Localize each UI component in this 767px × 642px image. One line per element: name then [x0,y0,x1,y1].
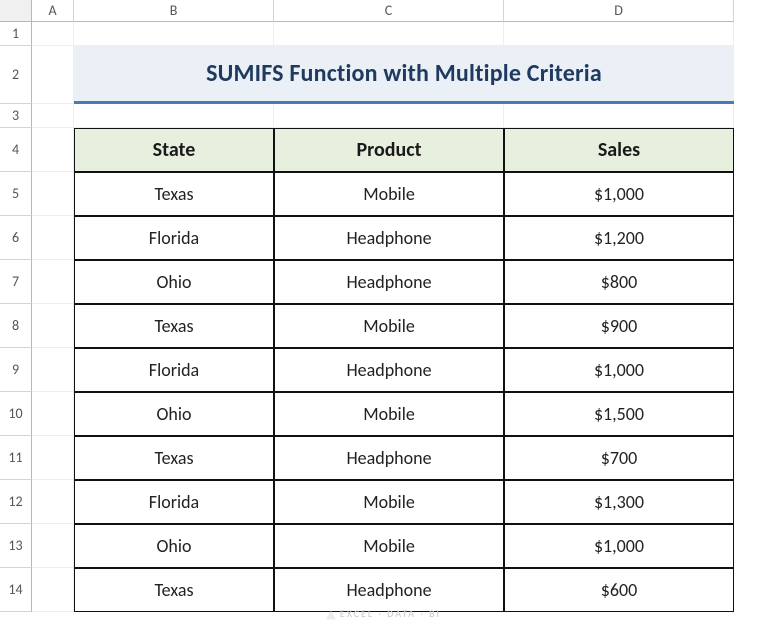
table-row[interactable]: Mobile [274,524,504,568]
table-row[interactable]: $600 [504,568,734,612]
cell-A1[interactable] [32,22,74,46]
cell-A9[interactable] [32,348,74,392]
table-row[interactable]: $800 [504,260,734,304]
row-header-4[interactable]: 4 [0,128,32,172]
table-row[interactable]: $1,300 [504,480,734,524]
cell-B1[interactable] [74,22,274,46]
table-row[interactable]: Texas [74,568,274,612]
cell-C3[interactable] [274,104,504,128]
spreadsheet-grid: A B C D 1 2 SUMIFS Function with Multipl… [0,0,767,612]
col-header-B[interactable]: B [74,0,274,22]
table-row[interactable]: Florida [74,348,274,392]
table-header-sales[interactable]: Sales [504,128,734,172]
cell-B3[interactable] [74,104,274,128]
table-row[interactable]: $1,000 [504,348,734,392]
row-header-12[interactable]: 12 [0,480,32,524]
cell-A4[interactable] [32,128,74,172]
cell-A7[interactable] [32,260,74,304]
table-row[interactable]: $1,200 [504,216,734,260]
table-row[interactable]: Florida [74,216,274,260]
col-header-D[interactable]: D [504,0,734,22]
cell-A12[interactable] [32,480,74,524]
cell-A6[interactable] [32,216,74,260]
table-row[interactable]: $1,000 [504,172,734,216]
cell-A3[interactable] [32,104,74,128]
select-all-corner[interactable] [0,0,32,22]
row-header-6[interactable]: 6 [0,216,32,260]
col-header-A[interactable]: A [32,0,74,22]
row-header-8[interactable]: 8 [0,304,32,348]
table-row[interactable]: $900 [504,304,734,348]
table-row[interactable]: $700 [504,436,734,480]
table-row[interactable]: Texas [74,436,274,480]
col-header-C[interactable]: C [274,0,504,22]
cell-A10[interactable] [32,392,74,436]
cell-D3[interactable] [504,104,734,128]
cell-A11[interactable] [32,436,74,480]
cell-D1[interactable] [504,22,734,46]
row-header-13[interactable]: 13 [0,524,32,568]
row-header-14[interactable]: 14 [0,568,32,612]
table-row[interactable]: Mobile [274,304,504,348]
table-row[interactable]: $1,000 [504,524,734,568]
table-row[interactable]: Mobile [274,392,504,436]
table-row[interactable]: Mobile [274,172,504,216]
title-cell[interactable]: SUMIFS Function with Multiple Criteria [74,46,734,104]
table-row[interactable]: Headphone [274,260,504,304]
cell-A13[interactable] [32,524,74,568]
row-header-9[interactable]: 9 [0,348,32,392]
cell-C1[interactable] [274,22,504,46]
table-row[interactable]: $1,500 [504,392,734,436]
table-row[interactable]: Headphone [274,348,504,392]
table-row[interactable]: Mobile [274,480,504,524]
cell-A2[interactable] [32,46,74,104]
cell-A8[interactable] [32,304,74,348]
table-row[interactable]: Ohio [74,392,274,436]
table-row[interactable]: Texas [74,172,274,216]
table-row[interactable]: Ohio [74,260,274,304]
cell-A14[interactable] [32,568,74,612]
table-row[interactable]: Texas [74,304,274,348]
table-row[interactable]: Headphone [274,436,504,480]
row-header-5[interactable]: 5 [0,172,32,216]
table-header-state[interactable]: State [74,128,274,172]
row-header-11[interactable]: 11 [0,436,32,480]
cell-A5[interactable] [32,172,74,216]
table-header-product[interactable]: Product [274,128,504,172]
row-header-7[interactable]: 7 [0,260,32,304]
table-row[interactable]: Florida [74,480,274,524]
row-header-10[interactable]: 10 [0,392,32,436]
table-row[interactable]: Headphone [274,216,504,260]
row-header-2[interactable]: 2 [0,46,32,104]
table-row[interactable]: Ohio [74,524,274,568]
table-row[interactable]: Headphone [274,568,504,612]
row-header-1[interactable]: 1 [0,22,32,46]
row-header-3[interactable]: 3 [0,104,32,128]
